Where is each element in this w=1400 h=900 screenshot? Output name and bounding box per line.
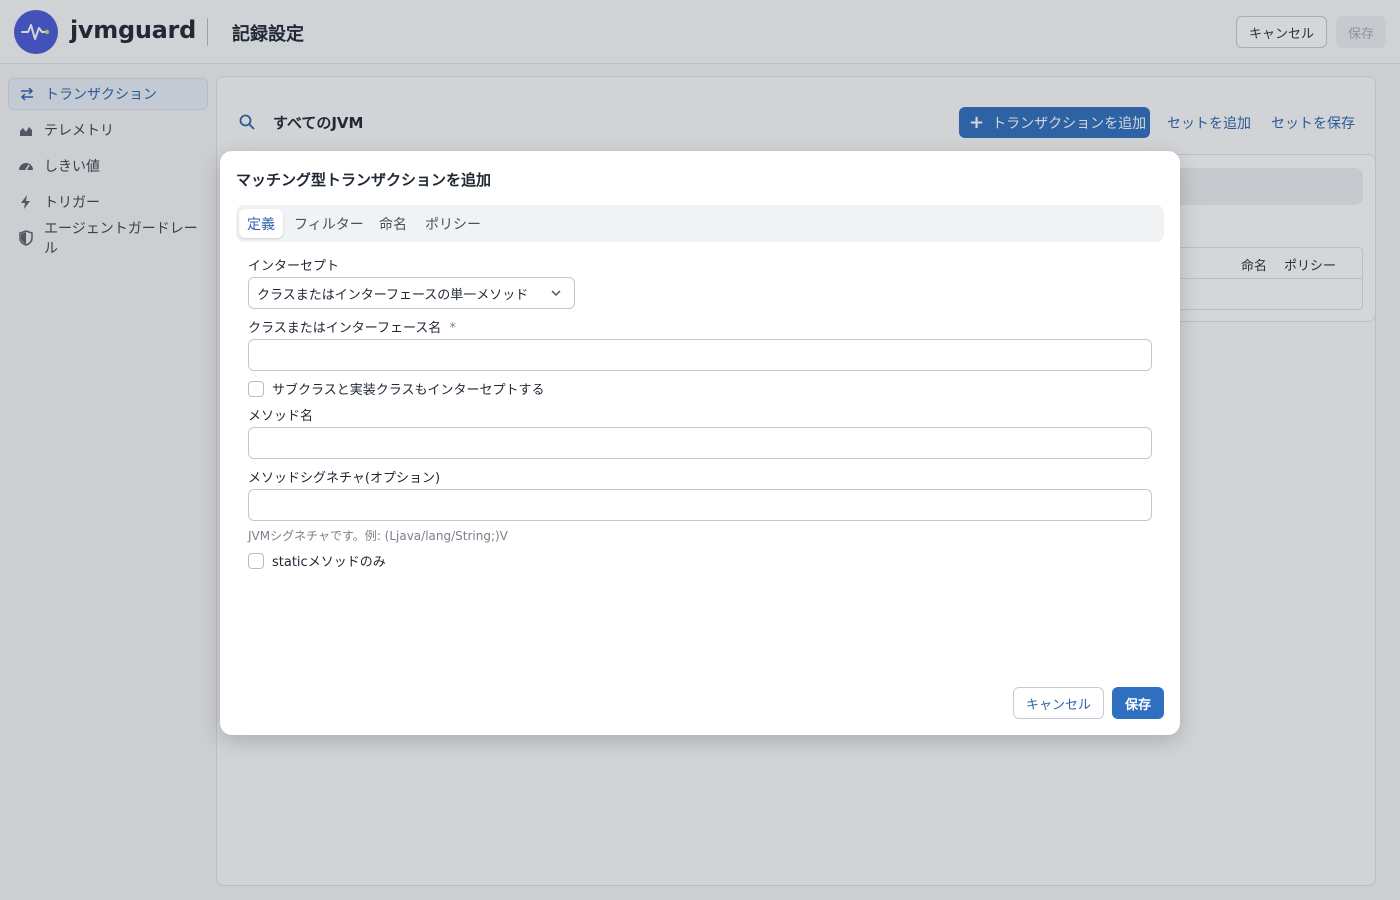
required-mark: * xyxy=(449,321,456,336)
intercept-select[interactable]: クラスまたはインターフェースの単一メソッド xyxy=(248,277,575,309)
dialog-cancel-button[interactable]: キャンセル xyxy=(1013,687,1104,719)
subclass-checkbox-row[interactable]: サブクラスと実装クラスもインターセプトする xyxy=(248,379,544,398)
dialog-tabs: 定義 フィルター 命名 ポリシー xyxy=(236,205,1164,242)
static-checkbox-label: staticメソッドのみ xyxy=(272,555,386,570)
subclass-checkbox[interactable] xyxy=(248,380,264,397)
dialog-save-button[interactable]: 保存 xyxy=(1112,687,1164,719)
subclass-checkbox-label: サブクラスと実装クラスもインターセプトする xyxy=(272,383,545,398)
intercept-label: インターセプト xyxy=(248,259,340,274)
add-transaction-dialog: マッチング型トランザクションを追加 定義 フィルター 命名 ポリシー インターセ… xyxy=(220,151,1180,735)
tab-policy[interactable]: ポリシー xyxy=(417,209,489,238)
static-checkbox-row[interactable]: staticメソッドのみ xyxy=(248,551,386,570)
tab-definition[interactable]: 定義 xyxy=(239,209,283,238)
static-checkbox[interactable] xyxy=(248,552,264,569)
intercept-selected-value: クラスまたはインターフェースの単一メソッド xyxy=(257,287,529,303)
method-name-input[interactable] xyxy=(248,427,1152,459)
class-name-label: クラスまたはインターフェース名 * xyxy=(248,317,456,336)
method-name-label: メソッド名 xyxy=(248,409,314,424)
tab-filter[interactable]: フィルター xyxy=(286,209,372,238)
chevron-down-icon xyxy=(550,287,562,303)
class-name-label-text: クラスまたはインターフェース名 xyxy=(248,321,442,336)
method-signature-input[interactable] xyxy=(248,489,1152,521)
signature-hint: JVMシグネチャです。例: (Ljava/lang/String;)V xyxy=(248,529,508,543)
tab-naming[interactable]: 命名 xyxy=(371,209,415,238)
dialog-title: マッチング型トランザクションを追加 xyxy=(236,171,492,189)
class-name-input[interactable] xyxy=(248,339,1152,371)
method-signature-label: メソッドシグネチャ(オプション) xyxy=(248,471,441,486)
